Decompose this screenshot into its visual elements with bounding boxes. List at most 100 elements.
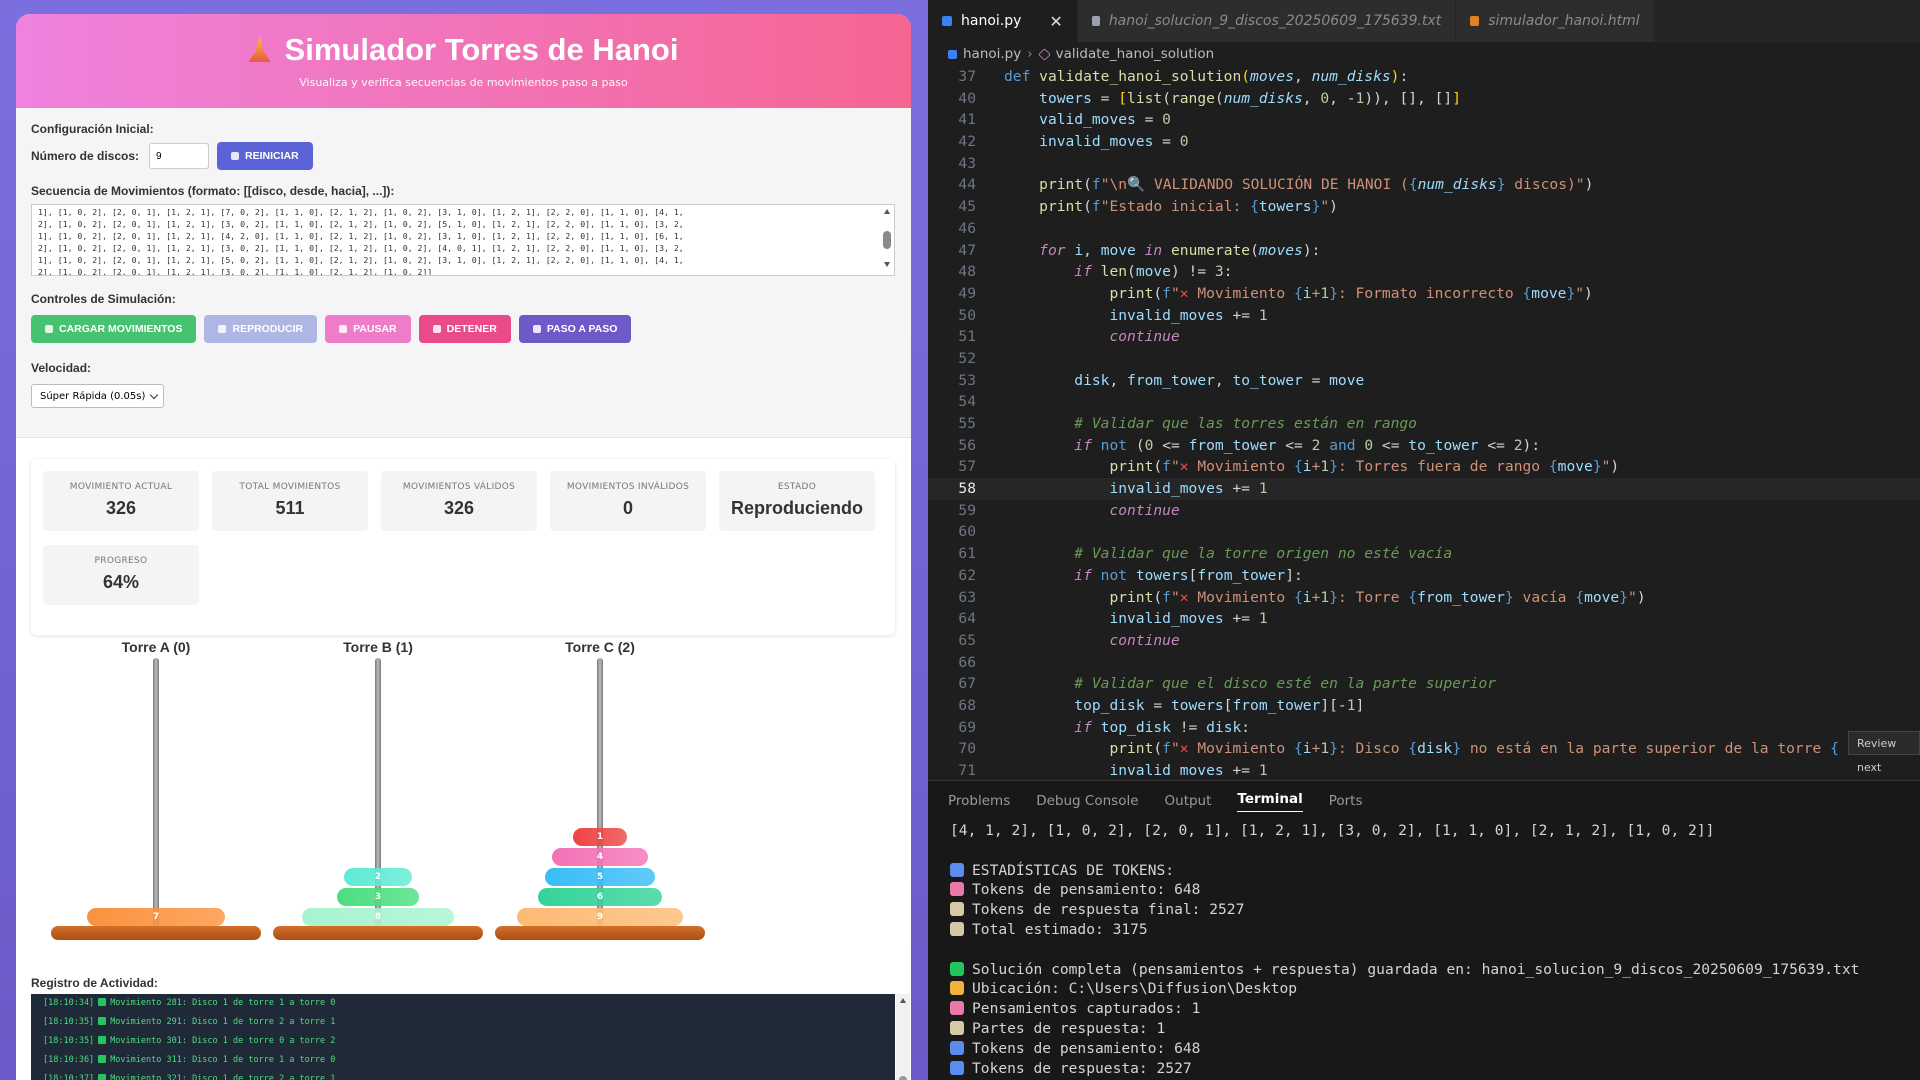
method-icon bbox=[1037, 47, 1051, 61]
bottom-panel: Problems Debug Console Output Terminal Ports… bbox=[928, 780, 1920, 1080]
load-moves-button[interactable]: CARGAR MOVIMIENTOS bbox=[31, 315, 197, 343]
panel-tabs: Problems Debug Console Output Terminal Ports bbox=[928, 781, 1920, 821]
review-next-button[interactable]: Review next bbox=[1848, 731, 1920, 774]
editor-window: hanoi.py ✕ hanoi_solucion_9_discos_202506… bbox=[928, 0, 1920, 1080]
disks-label: Número de discos: bbox=[31, 149, 140, 163]
log-timestamp: [18:10:36] bbox=[43, 1055, 95, 1065]
terminal-line: Total estimado: 3175 bbox=[928, 920, 1920, 940]
page-title: Simulador Torres de Hanoi bbox=[16, 32, 911, 68]
memo-icon bbox=[950, 1020, 964, 1035]
log-timestamp: [18:10:34] bbox=[43, 998, 95, 1008]
log-message: Movimiento 301: Disco 1 de torre 0 a tor… bbox=[110, 1036, 336, 1046]
terminal-line: ESTADÍSTICAS DE TOKENS: bbox=[928, 861, 1920, 881]
code-line: 65 continue bbox=[958, 631, 1180, 649]
code-line: 69 if top_disk != disk: bbox=[958, 718, 1251, 736]
python-file-icon bbox=[942, 16, 952, 26]
stat-progress: PROGRESO 64% bbox=[43, 545, 199, 605]
terminal-line: Tokens de respuesta: 2527 bbox=[928, 1059, 1920, 1079]
code-line: 41 valid_moves = 0 bbox=[958, 111, 1171, 129]
log-scrollbar[interactable] bbox=[896, 994, 910, 1080]
config-section: Configuración Inicial: Número de discos:… bbox=[16, 108, 911, 438]
editor-tabs: hanoi.py ✕ hanoi_solucion_9_discos_202506… bbox=[928, 0, 1920, 42]
terminal-line: Ubicación: C:\Users\Diffusion\Desktop bbox=[928, 979, 1920, 999]
panel-tab-terminal[interactable]: Terminal bbox=[1237, 791, 1303, 812]
memo-icon bbox=[950, 921, 964, 936]
sequence-label: Secuencia de Movimientos (formato: [[dis… bbox=[31, 184, 395, 198]
tab-simulator-html[interactable]: simulador_hanoi.html bbox=[1456, 0, 1655, 42]
code-line: 49 print(f"✕ Movimiento {i+1}: Formato i… bbox=[958, 284, 1593, 302]
tower-title: Torre B (1) bbox=[343, 639, 413, 655]
stat-current: MOVIMIENTO ACTUAL 326 bbox=[43, 471, 199, 531]
disk-7: 7 bbox=[87, 908, 225, 926]
log-timestamp: [18:10:35] bbox=[43, 1017, 95, 1027]
check-icon bbox=[98, 1017, 107, 1025]
pause-button[interactable]: PAUSAR bbox=[325, 315, 411, 343]
sequence-textarea[interactable]: 1], [1, 0, 2], [2, 0, 1], [1, 2, 1], [7,… bbox=[31, 204, 895, 276]
tower-rod bbox=[153, 658, 159, 926]
code-line: 57 print(f"✕ Movimiento {i+1}: Torres fu… bbox=[958, 458, 1620, 476]
breadcrumb: hanoi.py › validate_hanoi_solution bbox=[928, 42, 1920, 66]
code-line: 63 print(f"✕ Movimiento {i+1}: Torre {fr… bbox=[958, 588, 1646, 606]
sequence-scrollbar[interactable] bbox=[883, 209, 891, 267]
text-file-icon bbox=[1091, 16, 1100, 26]
reset-button[interactable]: REINICIAR bbox=[217, 142, 313, 170]
scroll-up-icon[interactable] bbox=[884, 209, 890, 214]
scroll-thumb[interactable] bbox=[899, 1076, 907, 1080]
code-line: 56 if not (0 <= from_tower <= 2 and 0 <=… bbox=[958, 436, 1541, 454]
stat-valid: MOVIMIENTOS VÁLIDOS 326 bbox=[381, 471, 537, 531]
controls-label: Controles de Simulación: bbox=[31, 292, 176, 306]
disk-6: 6 bbox=[538, 888, 662, 906]
code-line: 62 if not towers[from_tower]: bbox=[958, 566, 1303, 584]
disks-input[interactable] bbox=[149, 143, 210, 169]
scroll-up-icon[interactable] bbox=[900, 998, 906, 1003]
log-line: [18:10:37] Movimiento 321: Disco 1 de tor… bbox=[31, 1070, 895, 1080]
folder-icon bbox=[950, 981, 964, 996]
terminal-line: Solución completa (pensamientos + respue… bbox=[928, 960, 1920, 980]
code-line: 61 # Validar que la torre origen no esté… bbox=[958, 545, 1453, 563]
code-line: 68 top_disk = towers[from_tower][-1] bbox=[958, 696, 1365, 714]
tab-hanoi-py[interactable]: hanoi.py ✕ bbox=[928, 0, 1078, 42]
stats-panel: MOVIMIENTO ACTUAL 326 TOTAL MOVIMIENTOS 51… bbox=[31, 459, 895, 635]
terminal-output[interactable]: [4, 1, 2], [1, 0, 2], [2, 0, 1], [1, 2, … bbox=[928, 821, 1920, 1078]
stop-button[interactable]: DETENER bbox=[418, 315, 511, 343]
chevron-down-icon bbox=[149, 390, 159, 399]
scroll-thumb[interactable] bbox=[883, 231, 891, 249]
breadcrumb-symbol[interactable]: validate_hanoi_solution bbox=[1056, 46, 1215, 62]
code-line: 43 bbox=[958, 154, 976, 172]
play-button[interactable]: REPRODUCIR bbox=[204, 315, 318, 343]
scroll-down-icon[interactable] bbox=[884, 262, 890, 267]
chart-icon bbox=[950, 1060, 964, 1075]
terminal-text: Partes de respuesta: 1 bbox=[972, 1019, 1166, 1037]
terminal-text: Tokens de pensamiento: 648 bbox=[972, 881, 1201, 899]
terminal-text: Ubicación: C:\Users\Diffusion\Desktop bbox=[972, 980, 1298, 998]
tower-icon bbox=[248, 36, 271, 62]
code-line: 48 if len(move) != 3: bbox=[958, 263, 1233, 281]
code-line: 53 disk, from_tower, to_tower = move bbox=[958, 371, 1365, 389]
code-line: 66 bbox=[958, 653, 976, 671]
panel-tab-debug-console[interactable]: Debug Console bbox=[1036, 793, 1138, 809]
log-label: Registro de Actividad: bbox=[31, 976, 158, 990]
code-editor[interactable]: 37 def validate_hanoi_solution(moves, num… bbox=[928, 66, 1920, 778]
code-line: 60 bbox=[958, 523, 976, 541]
code-line: 50 invalid_moves += 1 bbox=[958, 306, 1268, 324]
panel-tab-problems[interactable]: Problems bbox=[948, 793, 1010, 809]
speed-select[interactable]: Súper Rápida (0.05s) bbox=[31, 384, 164, 408]
code-line: 55 # Validar que las torres están en ran… bbox=[958, 415, 1417, 432]
tab-solution-txt[interactable]: hanoi_solucion_9_discos_20250609_175639.… bbox=[1077, 0, 1457, 42]
breadcrumb-file[interactable]: hanoi.py bbox=[963, 46, 1021, 62]
terminal-line: Tokens de pensamiento: 648 bbox=[928, 1039, 1920, 1059]
disk-1: 1 bbox=[573, 828, 627, 846]
panel-tab-output[interactable]: Output bbox=[1165, 793, 1212, 809]
disk-3: 3 bbox=[337, 888, 419, 906]
chart-icon bbox=[950, 862, 964, 877]
terminal-line: Pensamientos capturados: 1 bbox=[928, 999, 1920, 1019]
disk-2: 2 bbox=[344, 868, 412, 886]
panel-tab-ports[interactable]: Ports bbox=[1329, 793, 1363, 809]
tower-base bbox=[51, 926, 261, 940]
step-button[interactable]: PASO A PASO bbox=[518, 315, 632, 343]
terminal-text: Total estimado: 3175 bbox=[972, 920, 1148, 938]
close-icon[interactable]: ✕ bbox=[1049, 12, 1062, 31]
log-line: [18:10:35] Movimiento 301: Disco 1 de tor… bbox=[31, 1032, 895, 1051]
